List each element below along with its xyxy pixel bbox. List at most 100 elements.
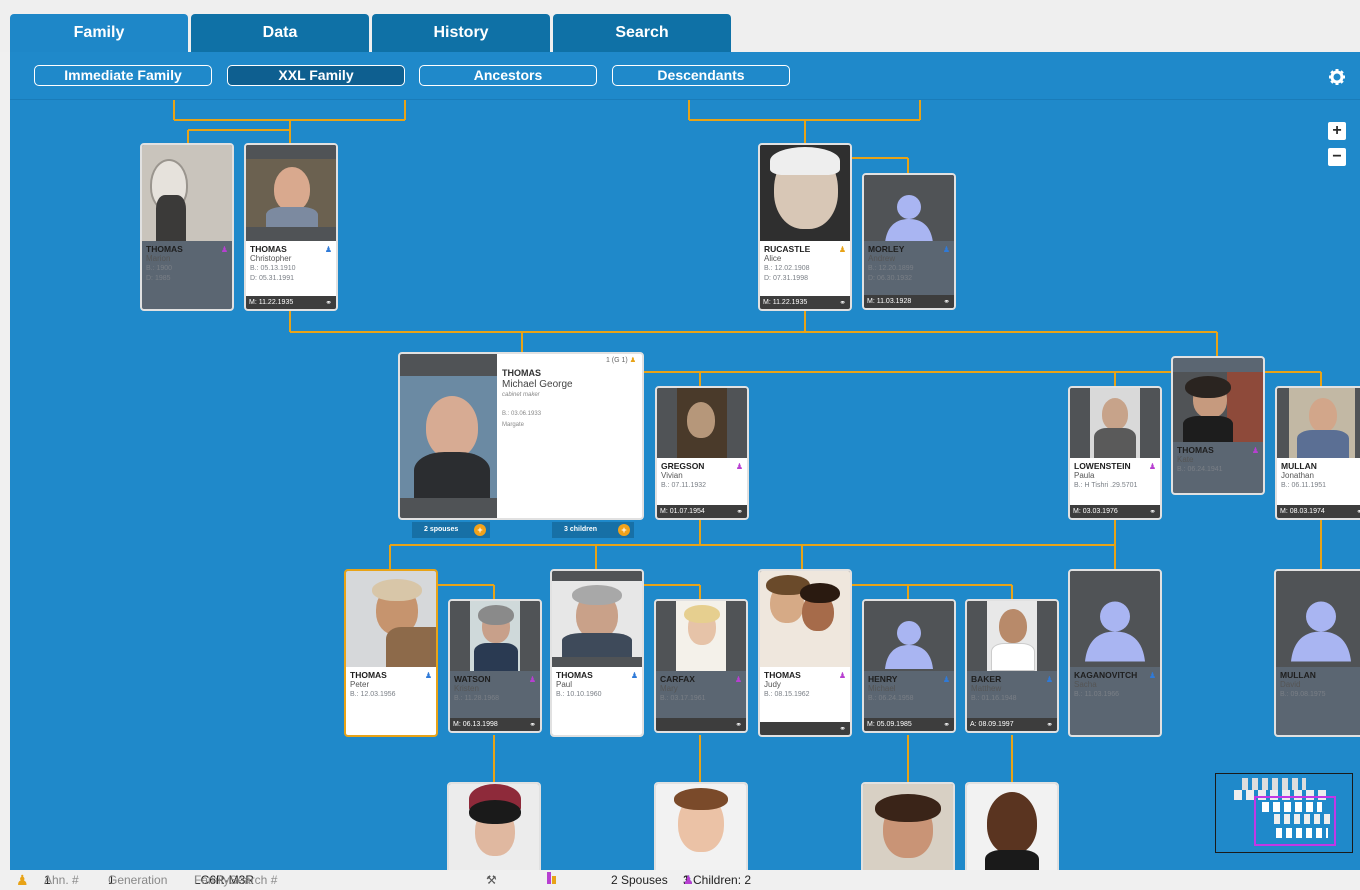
person-card-grandchild-2[interactable] — [654, 782, 748, 870]
ahnentafel-number: Ahn. # 1 — [44, 873, 79, 887]
portrait-photo — [967, 784, 1057, 870]
portrait-photo — [346, 571, 436, 667]
male-silhouette-icon — [885, 195, 933, 241]
marriage-bar: ⚭ — [760, 722, 850, 735]
male-silhouette-icon — [1085, 601, 1145, 662]
hammer-icon[interactable]: ⚒ — [486, 870, 497, 890]
rings-icon[interactable]: ⚭ — [943, 295, 950, 308]
focus-person-card[interactable]: 1 (G 1) ♟ THOMAS Michael George cabinet … — [398, 352, 644, 520]
person-card-mary-carfax[interactable]: CARFAX Mary B.: 03.17.1961 ♟ ⚭ — [654, 599, 748, 733]
portrait-photo — [967, 601, 1057, 671]
person-info: KAGANOVITCH Sacha B.: 11.03.1966 — [1074, 670, 1138, 698]
tab-history[interactable]: History — [372, 14, 550, 52]
person-card-grandchild-3[interactable] — [861, 782, 955, 870]
plus-icon: + — [618, 524, 630, 536]
female-icon: ♟ — [528, 675, 536, 684]
rings-icon[interactable]: ⚭ — [1149, 505, 1156, 518]
female-icon: ♟ — [838, 245, 846, 254]
person-card-paula-lowenstein[interactable]: LOWENSTEIN Paula B.: H Tishri .29.5701 ♟… — [1068, 386, 1162, 520]
marriage-bar: ⚭ — [656, 718, 746, 731]
silhouette-placeholder — [864, 175, 954, 241]
person-card-vivian-gregson[interactable]: GREGSON Vivian B.: 07.11.1932 ♟ M: 01.07… — [655, 386, 749, 520]
spouses-expand-button[interactable]: 2 spouses + — [412, 522, 490, 538]
marriage-bar: M: 11.03.1928 ⚭ — [864, 295, 954, 308]
marriage-bar: M: 03.03.1976 ⚭ — [1070, 505, 1160, 518]
female-icon: ♟ — [735, 462, 743, 471]
marriage-bar: M: 08.03.1974⚭ — [1277, 505, 1360, 518]
portrait-photo — [760, 571, 850, 667]
rings-icon[interactable]: ⚭ — [735, 718, 742, 731]
person-card-sacha-kaganovitch[interactable]: KAGANOVITCH Sacha B.: 11.03.1966 ♟ — [1068, 569, 1162, 737]
person-info: THOMAS Paul B.: 10.10.1960 — [552, 667, 642, 735]
portrait-photo — [1070, 388, 1160, 458]
marriage-bar: M: 11.22.1935 ⚭ — [760, 296, 850, 309]
rings-icon[interactable]: ⚭ — [839, 296, 846, 309]
person-card-grandchild-4[interactable] — [965, 782, 1059, 870]
male-icon: ♟ — [942, 675, 950, 684]
generation-number: Generation 1 — [108, 873, 168, 887]
person-card-jonathan-mullan[interactable]: MULLAN Jonathan B.: 06.11.1951 M: 08.03.… — [1275, 386, 1360, 520]
person-info: MULLAN David B.: 09.08.1975 — [1280, 670, 1326, 698]
rings-icon[interactable]: ⚭ — [529, 718, 536, 731]
rings-icon[interactable]: ⚭ — [943, 718, 950, 731]
person-card-alice-rucastle[interactable]: RUCASTLE Alice B.: 12.02.1908 D: 07.31.1… — [758, 143, 852, 311]
person-card-andrew-morley[interactable]: MORLEY Andrew B.: 12.20.1899 D: 06.30.19… — [862, 173, 956, 310]
generation-badge: 1 (G 1) ♟ — [605, 357, 636, 364]
person-card-marion-thomas[interactable]: THOMAS Marion B.: 1900 D: 1985 ♟ — [140, 143, 234, 311]
person-card-matthew-baker[interactable]: BAKER Matthew B.: 01.16.1948 ♟ A: 08.09.… — [965, 599, 1059, 733]
tab-family[interactable]: Family — [10, 14, 188, 52]
person-card-peter-thomas[interactable]: THOMAS Peter B.: 12.03.1956 ♟ — [344, 569, 438, 737]
family-tree-canvas[interactable]: Immediate Family XXL Family Ancestors De… — [10, 52, 1360, 870]
portrait-photo — [142, 145, 232, 241]
female-icon: ♟ — [1251, 446, 1259, 455]
male-icon: ♟ — [1148, 671, 1156, 680]
male-icon: ♟ — [1045, 675, 1053, 684]
portrait-photo — [656, 784, 746, 870]
female-icon: ♟ — [683, 873, 694, 887]
portrait-photo — [450, 601, 540, 671]
rings-icon[interactable]: ⚭ — [1046, 718, 1053, 731]
portrait-photo — [657, 388, 747, 458]
person-info: THOMAS Peter B.: 12.03.1956 — [346, 667, 436, 735]
person-info: THOMAS Marion B.: 1900 D: 1985 — [146, 244, 183, 282]
rings-icon[interactable]: ⚭ — [1356, 505, 1360, 518]
portrait-photo — [760, 145, 850, 241]
marriage-bar: M: 11.22.1935 ⚭ — [246, 296, 336, 309]
photo-frame — [400, 354, 497, 376]
person-card-christopher-thomas[interactable]: THOMAS Christopher B.: 05.13.1910 D: 05.… — [244, 143, 338, 311]
person-card-david-mullan[interactable]: MULLAN David B.: 09.08.1975 — [1274, 569, 1360, 737]
female-icon: ♟ — [838, 671, 846, 680]
female-icon: ♟ — [1148, 462, 1156, 471]
person-card-kristen-watson[interactable]: WATSON Kristen B.: 11.28.1968 ♟ M: 06.13… — [448, 599, 542, 733]
rings-icon[interactable]: ⚭ — [839, 722, 846, 735]
person-info: THOMAS Kate B.: 06.24.1941 — [1177, 445, 1223, 473]
marriage-bar: A: 08.09.1997 ⚭ — [967, 718, 1057, 731]
portrait-photo — [656, 601, 746, 671]
tab-data[interactable]: Data — [191, 14, 369, 52]
rings-icon[interactable]: ⚭ — [736, 505, 743, 518]
portrait-photo — [400, 376, 497, 498]
person-card-judy-thomas[interactable]: THOMAS Judy B.: 08.15.1962 ♟ ⚭ — [758, 569, 852, 737]
portrait-photo — [449, 784, 539, 870]
male-icon: ♟ — [630, 671, 638, 680]
person-card-kate-thomas[interactable]: THOMAS Kate B.: 06.24.1941 ♟ — [1171, 356, 1265, 495]
person-card-grandchild-1[interactable] — [447, 782, 541, 870]
children-expand-button[interactable]: 3 children + — [552, 522, 634, 538]
portrait-photo — [863, 784, 953, 870]
male-icon: ♟ — [942, 245, 950, 254]
rings-icon[interactable]: ⚭ — [325, 296, 332, 309]
person-card-paul-thomas[interactable]: THOMAS Paul B.: 10.10.1960 ♟ — [550, 569, 644, 737]
minimap-viewport[interactable] — [1254, 796, 1336, 846]
marriage-bar: M: 01.07.1954 ⚭ — [657, 505, 747, 518]
bar-chart-icon[interactable] — [546, 870, 560, 890]
portrait-photo — [552, 571, 642, 667]
tab-search[interactable]: Search — [553, 14, 731, 52]
photo-frame-bottom — [400, 498, 497, 518]
status-bar: ♟ Ahn. # 1 Generation 1 FamilySearch # L… — [0, 870, 1360, 890]
silhouette-placeholder — [1070, 571, 1160, 667]
tree-minimap[interactable] — [1215, 773, 1353, 853]
silhouette-placeholder — [1276, 571, 1360, 667]
person-card-michael-henry[interactable]: HENRY Michael B.: 06.24.1958 ♟ M: 05.09.… — [862, 599, 956, 733]
male-silhouette-icon — [1291, 601, 1351, 662]
female-icon: ♟ — [220, 245, 228, 254]
